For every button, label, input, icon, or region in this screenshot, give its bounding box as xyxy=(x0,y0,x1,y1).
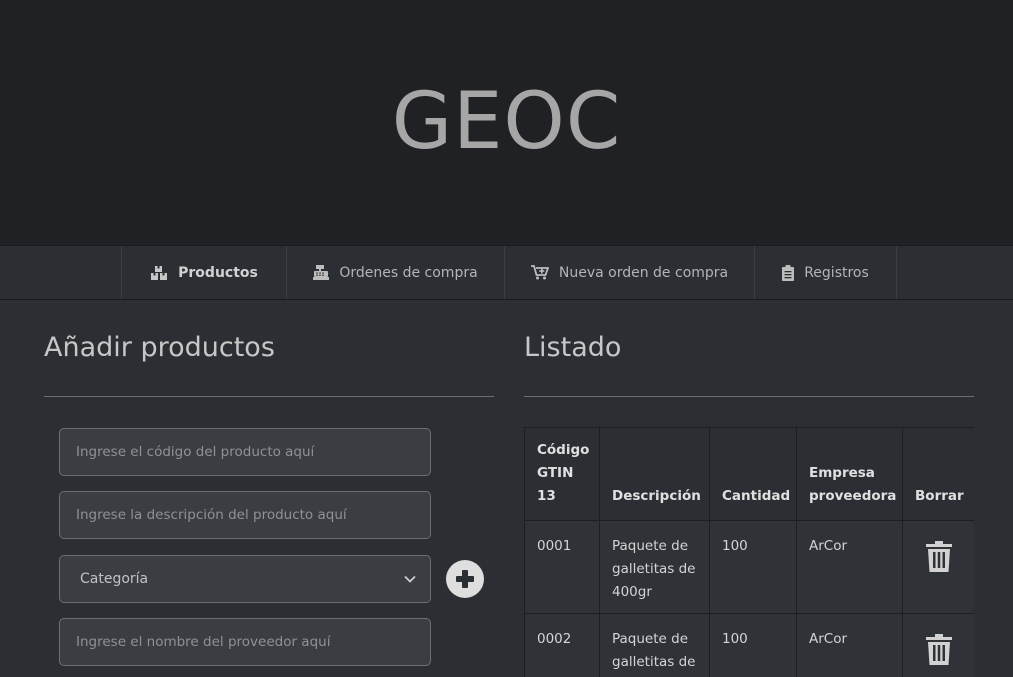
nav-label-productos: Productos xyxy=(178,265,258,281)
listing-divider xyxy=(524,396,974,397)
column-header-quantity: Cantidad xyxy=(710,428,797,521)
cell-quantity: 100 xyxy=(710,614,797,677)
plus-circle-icon xyxy=(454,568,476,590)
category-select-value: Categoría xyxy=(80,571,148,587)
add-products-title: Añadir productos xyxy=(44,332,275,363)
nav-item-registros[interactable]: Registros xyxy=(754,246,897,299)
trash-icon[interactable] xyxy=(926,634,952,665)
clipboard-list-icon xyxy=(782,265,794,281)
supplier-name-input[interactable] xyxy=(59,618,431,666)
cash-register-icon xyxy=(313,265,329,280)
products-table: Código GTIN 13 Descripción Cantidad Empr… xyxy=(524,427,974,677)
nav-label-ordenes: Ordenes de compra xyxy=(339,265,477,281)
cell-description: Paquete de galletitas de 400gr xyxy=(600,521,710,614)
main-nav: Productos Ordenes de compra Nueva orden … xyxy=(0,245,1013,300)
product-description-input[interactable] xyxy=(59,491,431,539)
cell-supplier: ArCor xyxy=(797,521,903,614)
cell-code: 0002 xyxy=(525,614,600,677)
table-row: 0002 Paquete de galletitas de 100 ArCor xyxy=(525,614,975,677)
nav-item-nueva-orden[interactable]: Nueva orden de compra xyxy=(504,246,754,299)
column-header-code: Código GTIN 13 xyxy=(525,428,600,521)
cell-supplier: ArCor xyxy=(797,614,903,677)
boxes-icon xyxy=(150,266,168,280)
column-header-supplier: Empresa proveedora xyxy=(797,428,903,521)
add-products-divider xyxy=(44,396,494,397)
column-header-description: Descripción xyxy=(600,428,710,521)
nav-label-registros: Registros xyxy=(804,265,869,281)
cell-delete xyxy=(903,521,975,614)
table-header-row: Código GTIN 13 Descripción Cantidad Empr… xyxy=(525,428,975,521)
category-select[interactable]: Categoría xyxy=(59,555,431,603)
cell-quantity: 100 xyxy=(710,521,797,614)
nav-item-productos[interactable]: Productos xyxy=(121,246,286,299)
cell-delete xyxy=(903,614,975,677)
cell-code: 0001 xyxy=(525,521,600,614)
trash-icon[interactable] xyxy=(926,541,952,572)
cell-description: Paquete de galletitas de xyxy=(600,614,710,677)
column-header-delete: Borrar xyxy=(903,428,975,521)
chevron-down-icon xyxy=(404,575,416,583)
nav-item-ordenes-de-compra[interactable]: Ordenes de compra xyxy=(286,246,504,299)
products-table-container: Código GTIN 13 Descripción Cantidad Empr… xyxy=(524,427,974,677)
site-header: GEOC xyxy=(0,0,1013,245)
brand-title: GEOC xyxy=(392,77,622,167)
nav-label-nueva-orden: Nueva orden de compra xyxy=(559,265,728,281)
cart-plus-icon xyxy=(531,265,549,280)
listing-title: Listado xyxy=(524,332,621,363)
product-code-input[interactable] xyxy=(59,428,431,476)
table-row: 0001 Paquete de galletitas de 400gr 100 … xyxy=(525,521,975,614)
add-product-button[interactable] xyxy=(446,560,484,598)
